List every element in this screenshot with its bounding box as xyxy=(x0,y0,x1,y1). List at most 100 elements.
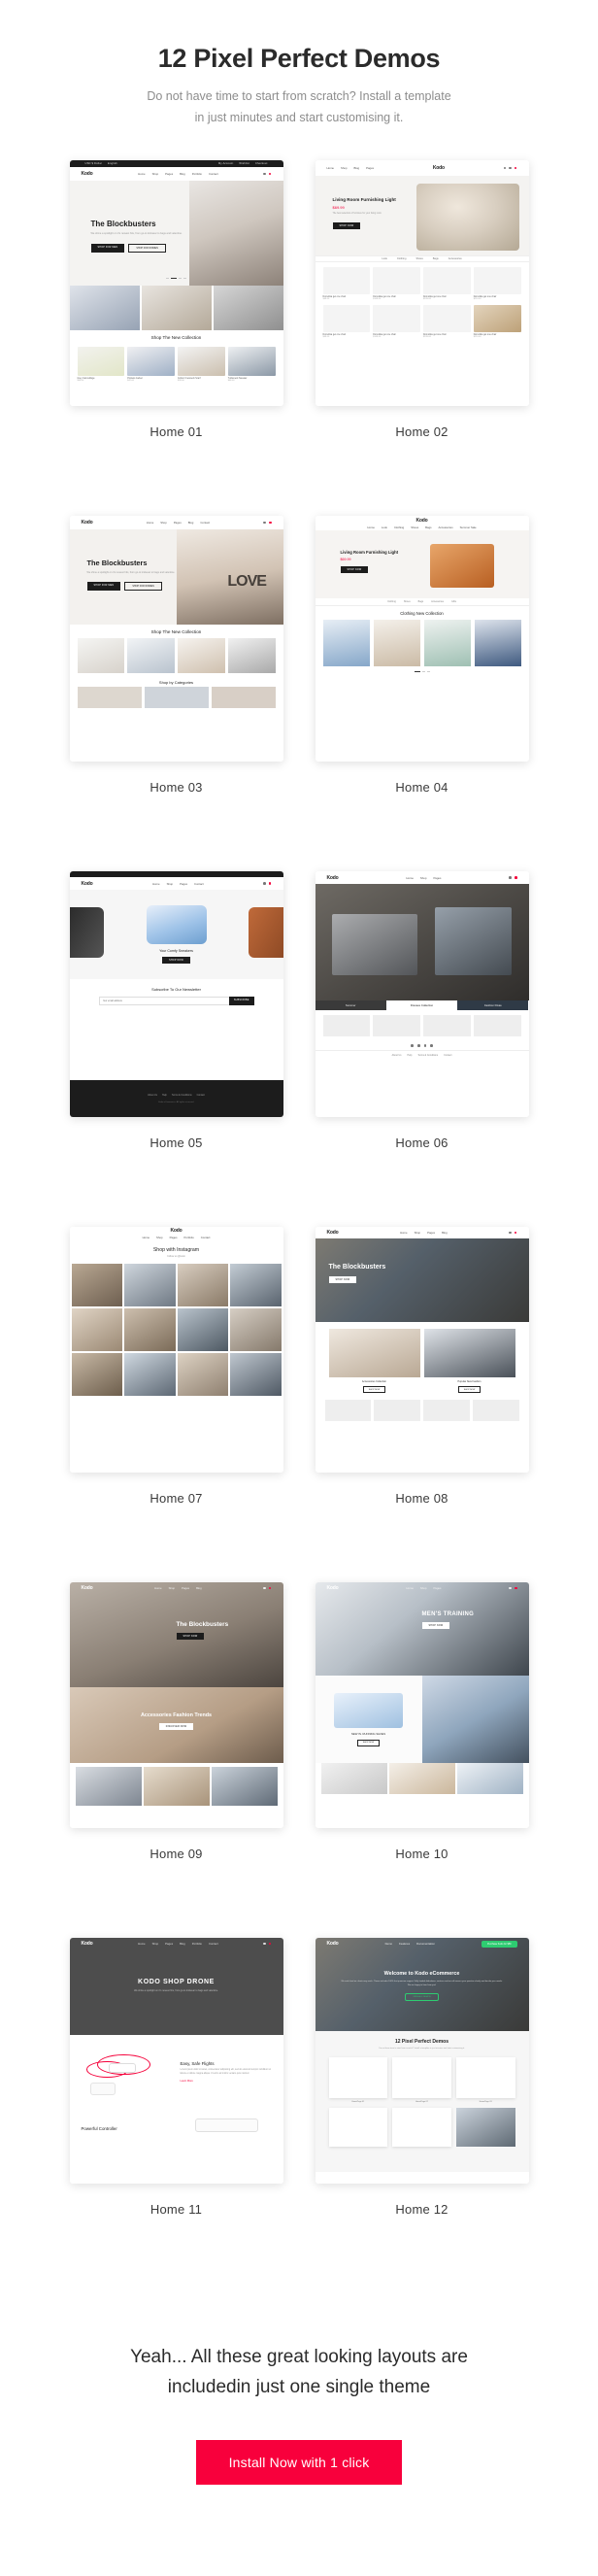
demo-thumbnail-home-12[interactable]: Kodo Demo Features Documentation Purchas… xyxy=(315,1938,529,2185)
inner-demo-card[interactable]: HomePage 01 xyxy=(328,2057,388,2103)
carousel-dots[interactable] xyxy=(316,668,529,675)
category-label-divas[interactable]: Fashion Divas xyxy=(457,1000,529,1011)
shop-now-button[interactable]: SHOP NOW xyxy=(162,957,190,965)
product-card[interactable]: Pockets Jacket $42.00 xyxy=(127,347,175,382)
shop-now-button[interactable]: SHOP NOW xyxy=(328,1276,357,1284)
product-image[interactable] xyxy=(322,620,370,667)
demo-thumbnail-home-05[interactable]: Kodo Home Shop Pages Contact Your Comfy … xyxy=(69,871,283,1118)
category-tile[interactable] xyxy=(211,687,276,709)
demo-card-home-06[interactable]: Kodo Home Shop Pages Summer Dresses Coll… xyxy=(315,871,529,1227)
category-card[interactable]: Accessories Collection SHOP NOW xyxy=(328,1329,420,1394)
product-image[interactable] xyxy=(322,1015,371,1037)
category-shop-button[interactable]: SHOP NOW xyxy=(457,1386,482,1394)
category-tile[interactable] xyxy=(77,687,142,709)
product-image[interactable] xyxy=(75,1767,142,1807)
instagram-tile[interactable] xyxy=(230,1308,282,1352)
product-image[interactable] xyxy=(423,620,471,667)
instagram-icon[interactable] xyxy=(423,1044,427,1047)
inner-demo-thumb[interactable] xyxy=(328,2108,388,2148)
product-image[interactable] xyxy=(324,1400,372,1422)
instagram-tile[interactable] xyxy=(230,1264,282,1307)
demo-card-home-04[interactable]: Kodo Home Look Clothing Shoes Bags Acces… xyxy=(315,516,529,871)
view-demos-button[interactable]: VIEW ALL DEMOS xyxy=(405,1993,439,2002)
category-label-dresses[interactable]: Dresses Collection xyxy=(385,1000,458,1011)
demo-card-home-01[interactable]: USD $ Dollar English My Account Wishlist… xyxy=(69,160,283,516)
shop-now-button[interactable]: SHOP NOW xyxy=(176,1633,205,1641)
shop-now-button[interactable]: SHOP NOW xyxy=(356,1739,381,1746)
product-image[interactable] xyxy=(227,638,276,674)
shop-men-button[interactable]: SHOP FOR MEN xyxy=(86,582,121,592)
instagram-tile[interactable] xyxy=(177,1353,228,1397)
learn-more-link[interactable]: Learn More xyxy=(181,2080,272,2083)
instagram-tile[interactable] xyxy=(230,1353,282,1397)
product-image[interactable] xyxy=(373,620,420,667)
instagram-tile[interactable] xyxy=(177,1308,228,1352)
demo-card-home-08[interactable]: Kodo Home Shop Pages Blog The Blockbuste… xyxy=(315,1227,529,1582)
product-image[interactable] xyxy=(374,1400,420,1422)
product-image[interactable] xyxy=(77,638,125,674)
demo-thumbnail-home-02[interactable]: Home Shop Blog Pages Kodo Living Room Fu… xyxy=(315,160,529,407)
product-image[interactable] xyxy=(423,1015,471,1037)
demo-thumbnail-home-11[interactable]: Kodo Home Shop Pages Blog Portfolio Cont… xyxy=(69,1938,283,2185)
product-card[interactable]: Domotika get one chair $49.00 xyxy=(322,305,371,338)
shop-men-button[interactable]: SHOP FOR MEN xyxy=(90,244,125,254)
category-label-summer[interactable]: Summer xyxy=(315,1000,386,1011)
product-card[interactable]: Grey Camouflage $55.00 xyxy=(77,347,125,382)
category-card[interactable]: Popular New Fashion SHOP NOW xyxy=(423,1329,515,1394)
product-card[interactable]: Domotika get one chair $149.00 xyxy=(373,267,420,300)
discover-now-button[interactable]: DISCOVER NOW xyxy=(158,1723,194,1731)
product-image[interactable] xyxy=(473,1015,521,1037)
instagram-tile[interactable] xyxy=(71,1264,122,1307)
demo-thumbnail-home-09[interactable]: Kodo Home Shop Pages Blog The Blockbuste… xyxy=(69,1582,283,1829)
demo-card-home-03[interactable]: Kodo Home Shop Pages Blog Contact LOVE T… xyxy=(69,516,283,871)
product-card[interactable]: Domotika get one chair $110.00 xyxy=(473,267,521,300)
category-tile[interactable] xyxy=(144,687,209,709)
inner-demo-thumb[interactable] xyxy=(392,2108,451,2148)
demo-thumbnail-home-10[interactable]: Kodo Home Shop Pages MEN'S TRAINING SHOP… xyxy=(315,1582,529,1829)
demo-thumbnail-home-01[interactable]: USD $ Dollar English My Account Wishlist… xyxy=(69,160,283,407)
product-image[interactable] xyxy=(456,1763,523,1795)
demo-thumbnail-home-06[interactable]: Kodo Home Shop Pages Summer Dresses Coll… xyxy=(315,871,529,1118)
purchase-button[interactable]: Purchase Kodo for $59 xyxy=(482,1940,517,1948)
demo-thumbnail-home-08[interactable]: Kodo Home Shop Pages Blog The Blockbuste… xyxy=(315,1227,529,1474)
install-now-button[interactable]: Install Now with 1 click xyxy=(195,2439,403,2485)
shop-women-button[interactable]: SHOP FOR WOMEN xyxy=(128,244,166,254)
product-image[interactable] xyxy=(320,1763,387,1795)
product-card[interactable]: Domotika get one chair $199.00 xyxy=(423,267,471,300)
product-image[interactable] xyxy=(388,1763,455,1795)
product-card[interactable]: Turtleneck Sweater $68.00 xyxy=(227,347,276,382)
shop-now-button[interactable]: SHOP NOW xyxy=(421,1622,450,1630)
demo-card-home-10[interactable]: Kodo Home Shop Pages MEN'S TRAINING SHOP… xyxy=(315,1582,529,1938)
product-image[interactable] xyxy=(472,1400,519,1422)
instagram-tile[interactable] xyxy=(71,1308,122,1352)
shop-women-button[interactable]: SHOP FOR WOMEN xyxy=(124,582,162,592)
demo-card-home-12[interactable]: Kodo Demo Features Documentation Purchas… xyxy=(315,1938,529,2293)
product-image[interactable] xyxy=(127,638,175,674)
instagram-tile[interactable] xyxy=(124,1308,176,1352)
carousel-dots[interactable] xyxy=(70,275,283,282)
product-image[interactable] xyxy=(423,1400,470,1422)
category-tile[interactable] xyxy=(69,286,140,331)
instagram-tile[interactable] xyxy=(71,1353,122,1397)
shop-now-button[interactable]: SHOP NOW xyxy=(332,222,361,229)
newsletter-subscribe-button[interactable]: SUBSCRIBE xyxy=(228,997,254,1006)
product-image[interactable] xyxy=(211,1767,278,1807)
demo-card-home-07[interactable]: Kodo Home Shop Pages Portfolio Contact S… xyxy=(69,1227,283,1582)
instagram-tile[interactable] xyxy=(124,1353,176,1397)
pinterest-icon[interactable] xyxy=(430,1044,433,1047)
inner-demo-card[interactable]: HomePage 02 xyxy=(392,2057,451,2103)
demo-thumbnail-home-03[interactable]: Kodo Home Shop Pages Blog Contact LOVE T… xyxy=(69,516,283,763)
demo-thumbnail-home-07[interactable]: Kodo Home Shop Pages Portfolio Contact S… xyxy=(69,1227,283,1474)
shop-now-button[interactable]: SHOP NOW xyxy=(340,565,369,573)
facebook-icon[interactable] xyxy=(411,1044,414,1047)
product-card[interactable]: Domotika get one chair $49.00 xyxy=(322,267,371,300)
twitter-icon[interactable] xyxy=(416,1044,420,1047)
product-image[interactable] xyxy=(373,1015,420,1037)
instagram-tile[interactable] xyxy=(124,1264,176,1307)
product-image[interactable] xyxy=(143,1767,210,1807)
category-shop-button[interactable]: SHOP NOW xyxy=(362,1386,386,1394)
inner-demo-card[interactable]: HomePage 03 xyxy=(455,2057,515,2103)
demo-card-home-02[interactable]: Home Shop Blog Pages Kodo Living Room Fu… xyxy=(315,160,529,516)
demo-card-home-09[interactable]: Kodo Home Shop Pages Blog The Blockbuste… xyxy=(69,1582,283,1938)
inner-demo-thumb[interactable] xyxy=(455,2108,515,2148)
